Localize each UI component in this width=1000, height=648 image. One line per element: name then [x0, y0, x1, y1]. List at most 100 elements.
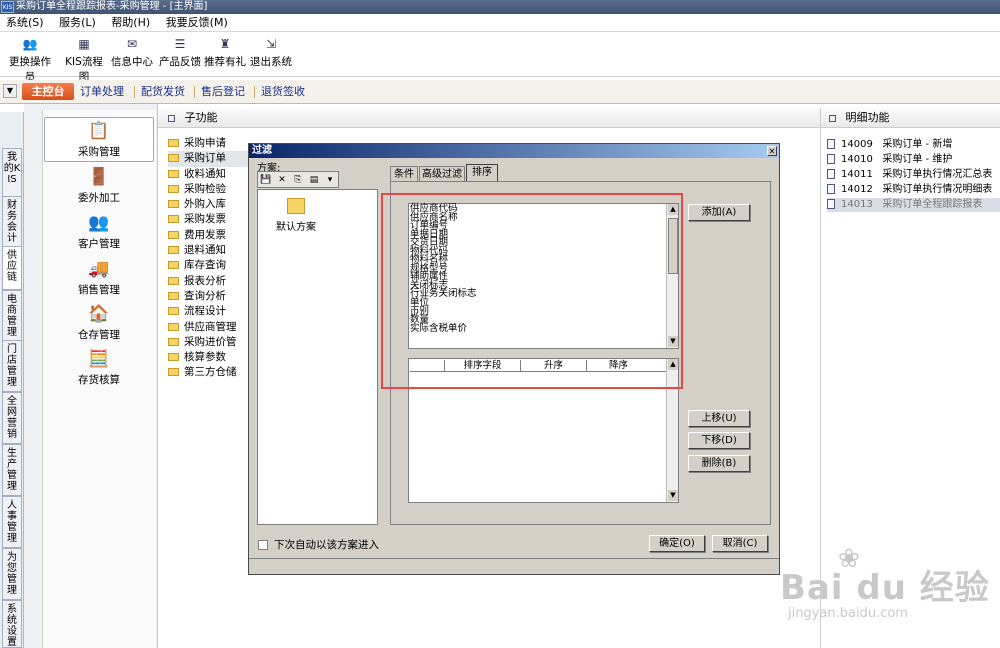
- exit-system-button[interactable]: ⇲ 退出系统: [248, 36, 294, 74]
- menu-feedback[interactable]: 我要反馈(M): [160, 14, 234, 32]
- scroll-thumb[interactable]: [668, 218, 678, 274]
- col-descending[interactable]: 降序: [586, 360, 650, 372]
- field-list-item[interactable]: 物料代码: [410, 247, 666, 257]
- side-tab-management[interactable]: 为您管理: [2, 548, 22, 600]
- field-list-item[interactable]: 供应商名称: [410, 213, 666, 223]
- side-tab-supply-chain[interactable]: 供应链: [2, 246, 22, 290]
- subfunc-item[interactable]: 第三方仓储: [168, 365, 250, 380]
- scroll-up-icon[interactable]: ▲: [668, 204, 678, 215]
- side-tab-production[interactable]: 生产管理: [2, 444, 22, 496]
- subfunc-item[interactable]: 报表分析: [168, 274, 250, 289]
- copy-icon[interactable]: ⎘: [292, 174, 304, 186]
- subfunc-item[interactable]: 外购入库: [168, 197, 250, 212]
- module-outsourcing[interactable]: 🚪 委外加工: [44, 166, 154, 205]
- field-list-item[interactable]: 物料名称: [410, 255, 666, 265]
- module-inventory-accounting[interactable]: 🧮 存货核算: [44, 348, 154, 387]
- field-list-item[interactable]: 单位: [410, 298, 666, 308]
- save-icon[interactable]: 💾: [260, 174, 272, 186]
- ok-button[interactable]: 确定(O): [649, 535, 705, 552]
- tab-advanced-filter[interactable]: 高级过滤: [419, 166, 465, 182]
- chevron-down-icon[interactable]: ▾: [324, 174, 336, 186]
- menu-system[interactable]: 系统(S): [0, 14, 50, 32]
- field-list-item[interactable]: 单据日期: [410, 230, 666, 240]
- side-tabs: 我的KIS 财务会计 供应链 电商管理 门店管理 全网营销 生产管理 人事管理 …: [0, 112, 24, 648]
- folder-icon: [168, 215, 179, 224]
- field-list-scrollbar[interactable]: ▲ ▼: [666, 204, 678, 348]
- delete-icon[interactable]: ✕: [276, 174, 288, 186]
- subfunc-item[interactable]: 核算参数: [168, 350, 250, 365]
- subfunc-item[interactable]: 采购发票: [168, 212, 250, 227]
- recommend-gift-button[interactable]: ♜ 推荐有礼: [204, 36, 246, 74]
- module-sales[interactable]: 🚚 销售管理: [44, 258, 154, 297]
- subfunc-item[interactable]: 库存查询: [168, 258, 250, 273]
- product-feedback-button[interactable]: ☰ 产品反馈: [156, 36, 204, 74]
- subfunc-item[interactable]: 费用发票: [168, 228, 250, 243]
- col-sort-field[interactable]: 排序字段: [444, 360, 520, 372]
- detail-item[interactable]: 14013 采购订单全程跟踪报表: [827, 198, 1000, 212]
- side-tab-store[interactable]: 门店管理: [2, 340, 22, 392]
- switch-operator-button[interactable]: 👥 更换操作员: [4, 36, 56, 83]
- nav-order-processing[interactable]: 订单处理: [80, 80, 124, 104]
- subfunc-item[interactable]: 供应商管理: [168, 320, 250, 335]
- nav-return-receipt[interactable]: 退货签收: [261, 80, 305, 104]
- properties-icon[interactable]: ▤: [308, 174, 320, 186]
- move-down-button[interactable]: 下移(D): [688, 432, 750, 449]
- kis-flowchart-button[interactable]: ▦ KIS流程图: [60, 36, 108, 83]
- subfunc-item[interactable]: 采购进价管: [168, 335, 250, 350]
- add-button[interactable]: 添加(A): [688, 204, 750, 221]
- sort-grid-scrollbar[interactable]: ▲ ▼: [666, 359, 678, 502]
- module-warehouse[interactable]: 🏠 仓存管理: [44, 303, 154, 342]
- field-list-item[interactable]: 订单编号: [410, 221, 666, 231]
- scroll-down-icon[interactable]: ▼: [668, 336, 678, 347]
- side-tab-finance[interactable]: 财务会计: [2, 196, 22, 248]
- subfunc-item[interactable]: 退料通知: [168, 243, 250, 258]
- close-icon[interactable]: ✕: [767, 146, 777, 156]
- field-list-item[interactable]: 行业务关闭标志: [410, 289, 666, 299]
- detail-item[interactable]: 14012 采购订单执行情况明细表: [827, 183, 1000, 197]
- subfunc-item[interactable]: 采购订单: [168, 151, 250, 167]
- delete-button[interactable]: 删除(B): [688, 455, 750, 472]
- subfunc-item[interactable]: 采购申请: [168, 136, 250, 151]
- field-list-item[interactable]: 辅助属性: [410, 272, 666, 282]
- scroll-up-icon[interactable]: ▲: [668, 359, 678, 370]
- subfunc-item[interactable]: 采购检验: [168, 182, 250, 197]
- default-scheme-item[interactable]: 默认方案: [266, 198, 326, 233]
- side-tab-my-kis[interactable]: 我的KIS: [2, 148, 22, 198]
- side-tab-hr[interactable]: 人事管理: [2, 496, 22, 548]
- nav-distribution[interactable]: 配货发货: [141, 80, 185, 104]
- field-list-item[interactable]: 交货日期: [410, 238, 666, 248]
- tab-condition[interactable]: 条件: [390, 166, 418, 182]
- menu-service[interactable]: 服务(L): [53, 14, 102, 32]
- subfunc-item[interactable]: 查询分析: [168, 289, 250, 304]
- detail-item[interactable]: 14009 采购订单 - 新增: [827, 138, 1000, 152]
- module-purchase[interactable]: 📋 采购管理: [44, 117, 154, 162]
- subfunc-item[interactable]: 流程设计: [168, 304, 250, 319]
- module-customer[interactable]: 👥 客户管理: [44, 212, 154, 251]
- move-up-button[interactable]: 上移(U): [688, 410, 750, 427]
- field-list-item[interactable]: 币别: [410, 307, 666, 317]
- field-list[interactable]: 供应商代码 供应商名称 订单编号 单据日期 交货日期 物料代码 物料名称 规格型号 辅助属性 关闭…: [408, 203, 679, 349]
- folder-icon: [168, 230, 179, 239]
- nav-after-sales[interactable]: 售后登记: [201, 80, 245, 104]
- field-list-item[interactable]: 实际含税单价: [410, 324, 666, 334]
- info-center-button[interactable]: ✉ 信息中心: [110, 36, 154, 74]
- field-list-item[interactable]: 规格型号: [410, 264, 666, 274]
- warehouse-icon: 🏠: [88, 304, 110, 324]
- sort-grid[interactable]: 排序字段 升序 降序 ▲ ▼: [408, 358, 679, 503]
- auto-enter-checkbox[interactable]: 下次自动以该方案进入: [258, 537, 379, 552]
- scroll-down-icon[interactable]: ▼: [668, 490, 678, 501]
- dialog-statusbar: [249, 558, 779, 574]
- nav-dropdown-icon[interactable]: ▼: [3, 84, 17, 98]
- subfunc-item[interactable]: 收料通知: [168, 167, 250, 182]
- side-tab-marketing[interactable]: 全网营销: [2, 392, 22, 444]
- home-console-button[interactable]: 主控台: [22, 83, 74, 100]
- header-bullet-icon: [168, 114, 175, 122]
- checkbox-icon[interactable]: [258, 540, 268, 550]
- window-titlebar: KIS 采购订单全程跟踪报表-采购管理 - [主界面]: [0, 0, 1000, 14]
- detail-item[interactable]: 14011 采购订单执行情况汇总表: [827, 168, 1000, 182]
- side-tab-ecommerce[interactable]: 电商管理: [2, 290, 22, 342]
- detail-item[interactable]: 14010 采购订单 - 维护: [827, 153, 1000, 167]
- col-ascending[interactable]: 升序: [520, 360, 586, 372]
- side-tab-system[interactable]: 系统设置: [2, 600, 22, 648]
- menu-help[interactable]: 帮助(H): [105, 14, 156, 32]
